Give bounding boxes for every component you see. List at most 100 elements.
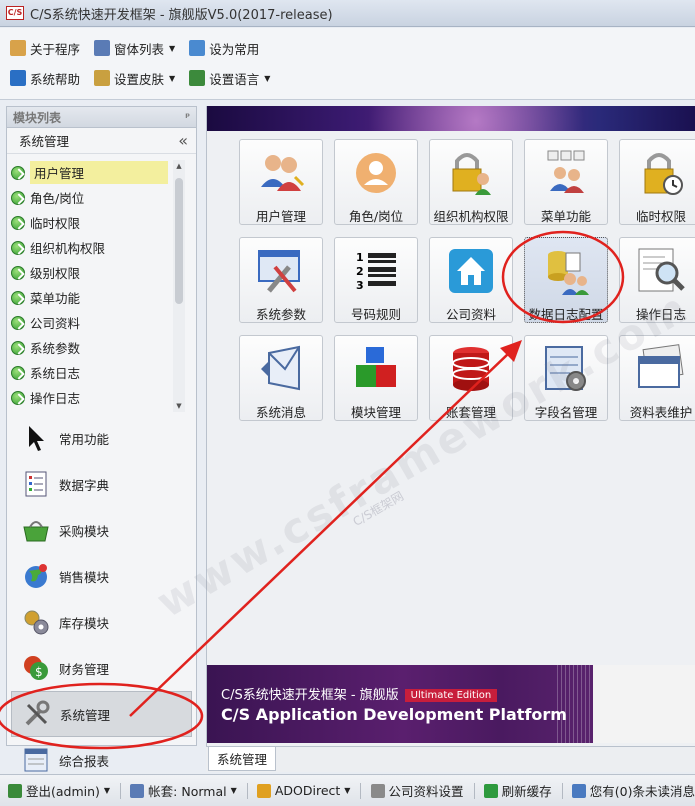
tile-button[interactable]: 组织机构权限 [429,139,513,225]
logout-icon [8,783,22,798]
magnifier-log-icon [635,245,687,297]
tile-label: 组织机构权限 [433,209,509,224]
status-item-label: 登出(admin) [26,784,100,799]
skin-icon [94,70,111,86]
module-item-label: 库存模块 [59,615,110,631]
edition-badge: Ultimate Edition [404,689,498,702]
field-gear-icon [540,343,592,395]
banner-title-line: C/S系统快速开发框架 - 旗舰版 Ultimate Edition [221,684,498,703]
table-window-icon [635,343,687,395]
tree-item[interactable]: 系统日志 [7,360,179,385]
tree-item[interactable]: 公司资料 [7,310,179,335]
module-item-label: 数据字典 [59,477,110,493]
status-item-label: 刷新缓存 [501,784,552,799]
tile-button[interactable]: 用户管理 [239,139,323,225]
status-item-label: 帐套: Normal [148,784,227,799]
collapse-icon[interactable]: « [178,131,188,150]
module-item-label: 销售模块 [59,569,110,585]
row1-button-2[interactable]: 设为常用 [189,39,259,58]
module-item-label: 财务管理 [59,661,110,677]
check-bullet-icon [11,390,25,405]
envelope-icon [255,343,307,395]
status-item-5[interactable]: 您有(0)条未读消息 [571,781,695,800]
cursor-icon [21,423,51,453]
tree-item[interactable]: 级别权限 [7,260,179,285]
dropdown-arrow-icon: ▼ [169,43,176,53]
tree-item-label: 系统日志 [30,366,81,381]
lock-clock-icon [635,147,687,199]
refresh-icon [483,783,498,798]
module-panel-title: 模块列表 [13,110,62,125]
data-log-icon [540,245,592,297]
module-item[interactable]: 库存模块 [7,599,196,645]
tile-button[interactable]: 数据日志配置 [524,237,608,323]
svg-text:1: 1 [356,251,364,264]
tree-item-label: 级别权限 [30,266,81,281]
row2-button-0[interactable]: 系统帮助 [10,69,80,88]
speaker-icon [571,783,586,798]
tree-item[interactable]: 菜单功能 [7,285,179,310]
pin-icon[interactable]: ᵖ [185,112,190,123]
tile-label: 系统消息 [255,405,306,420]
tile-button[interactable]: 模块管理 [334,335,418,421]
module-item[interactable]: 系统管理 [11,691,192,737]
toolbar-row-2: 系统帮助 设置皮肤 ▼ 设置语言 ▼ [10,67,270,89]
row2-label-2: 设置语言 [209,71,260,87]
status-item-4[interactable]: 刷新缓存 [483,781,552,800]
status-item-3[interactable]: 公司资料设置 [370,781,464,800]
tile-button[interactable]: 资料表维护 [619,335,695,421]
tile-label: 公司资料 [445,307,496,322]
window-title: C/S系统快速开发框架 - 旗舰版V5.0(2017-release) [30,7,333,23]
module-item-label: 常用功能 [59,431,110,447]
check-bullet-icon [11,165,25,180]
tile-button[interactable]: 账套管理 [429,335,513,421]
tile-button[interactable]: 字段名管理 [524,335,608,421]
row2-button-1[interactable]: 设置皮肤 ▼ [94,69,175,88]
dictionary-icon [21,469,51,499]
module-item[interactable]: 数据字典 [7,461,196,507]
tile-label: 操作日志 [635,307,686,322]
tile-button[interactable]: 角色/岗位 [334,139,418,225]
row1-button-0[interactable]: 关于程序 [10,39,80,58]
scroll-down-icon[interactable]: ▼ [173,400,185,412]
row1-button-1[interactable]: 窗体列表 ▼ [94,39,175,58]
row2-button-2[interactable]: 设置语言 ▼ [189,69,270,88]
tile-label: 临时权限 [635,209,686,224]
tree-item[interactable]: 用户管理 [7,160,179,185]
tab-system-management[interactable]: 系统管理 [208,747,277,771]
tree-item-label: 操作日志 [30,391,81,406]
money-icon: $ [21,653,51,683]
tree-item[interactable]: 临时权限 [7,210,179,235]
tree-item[interactable]: 操作日志 [7,385,179,410]
module-item[interactable]: 销售模块 [7,553,196,599]
status-item-label: 您有(0)条未读消息 [589,784,695,799]
tile-button[interactable]: 系统参数 [239,237,323,323]
tree-item[interactable]: 组织机构权限 [7,235,179,260]
tile-button[interactable]: 菜单功能 [524,139,608,225]
status-item-2[interactable]: ADODirect ▼ [256,783,350,798]
tile-button[interactable]: 1 2 3 号码规则 [334,237,418,323]
status-item-1[interactable]: 帐套: Normal ▼ [130,781,237,800]
tile-button[interactable]: 公司资料 [429,237,513,323]
module-list: 常用功能 数据字典 采购模块 销售模块 库存模块 $ 财务管理 系统管理 综合报表 [7,415,196,783]
scroll-thumb[interactable] [175,178,183,304]
toolbar: 关于程序 窗体列表 ▼ 设为常用 系统帮助 设置皮肤 ▼ 设置语言 ▼ [0,28,695,100]
tile-button[interactable]: 系统消息 [239,335,323,421]
status-item-label: ADODirect [274,783,341,798]
tree-scrollbar[interactable]: ▲ ▼ [173,160,185,412]
tile-label: 模块管理 [350,405,401,420]
banner-subtitle: C/S Application Development Platform [221,705,567,724]
module-item[interactable]: 采购模块 [7,507,196,553]
gears-icon [21,607,51,637]
scroll-up-icon[interactable]: ▲ [173,160,185,172]
tree-item[interactable]: 系统参数 [7,335,179,360]
settings-icon [370,783,385,798]
row1-label-2: 设为常用 [209,41,260,57]
status-item-0[interactable]: 登出(admin) ▼ [8,781,110,800]
tile-button[interactable]: 操作日志 [619,237,695,323]
menu-users-icon [540,147,592,199]
tree-item[interactable]: 角色/岗位 [7,185,179,210]
module-item[interactable]: 常用功能 [7,415,196,461]
module-item[interactable]: $ 财务管理 [7,645,196,691]
tile-button[interactable]: 临时权限 [619,139,695,225]
